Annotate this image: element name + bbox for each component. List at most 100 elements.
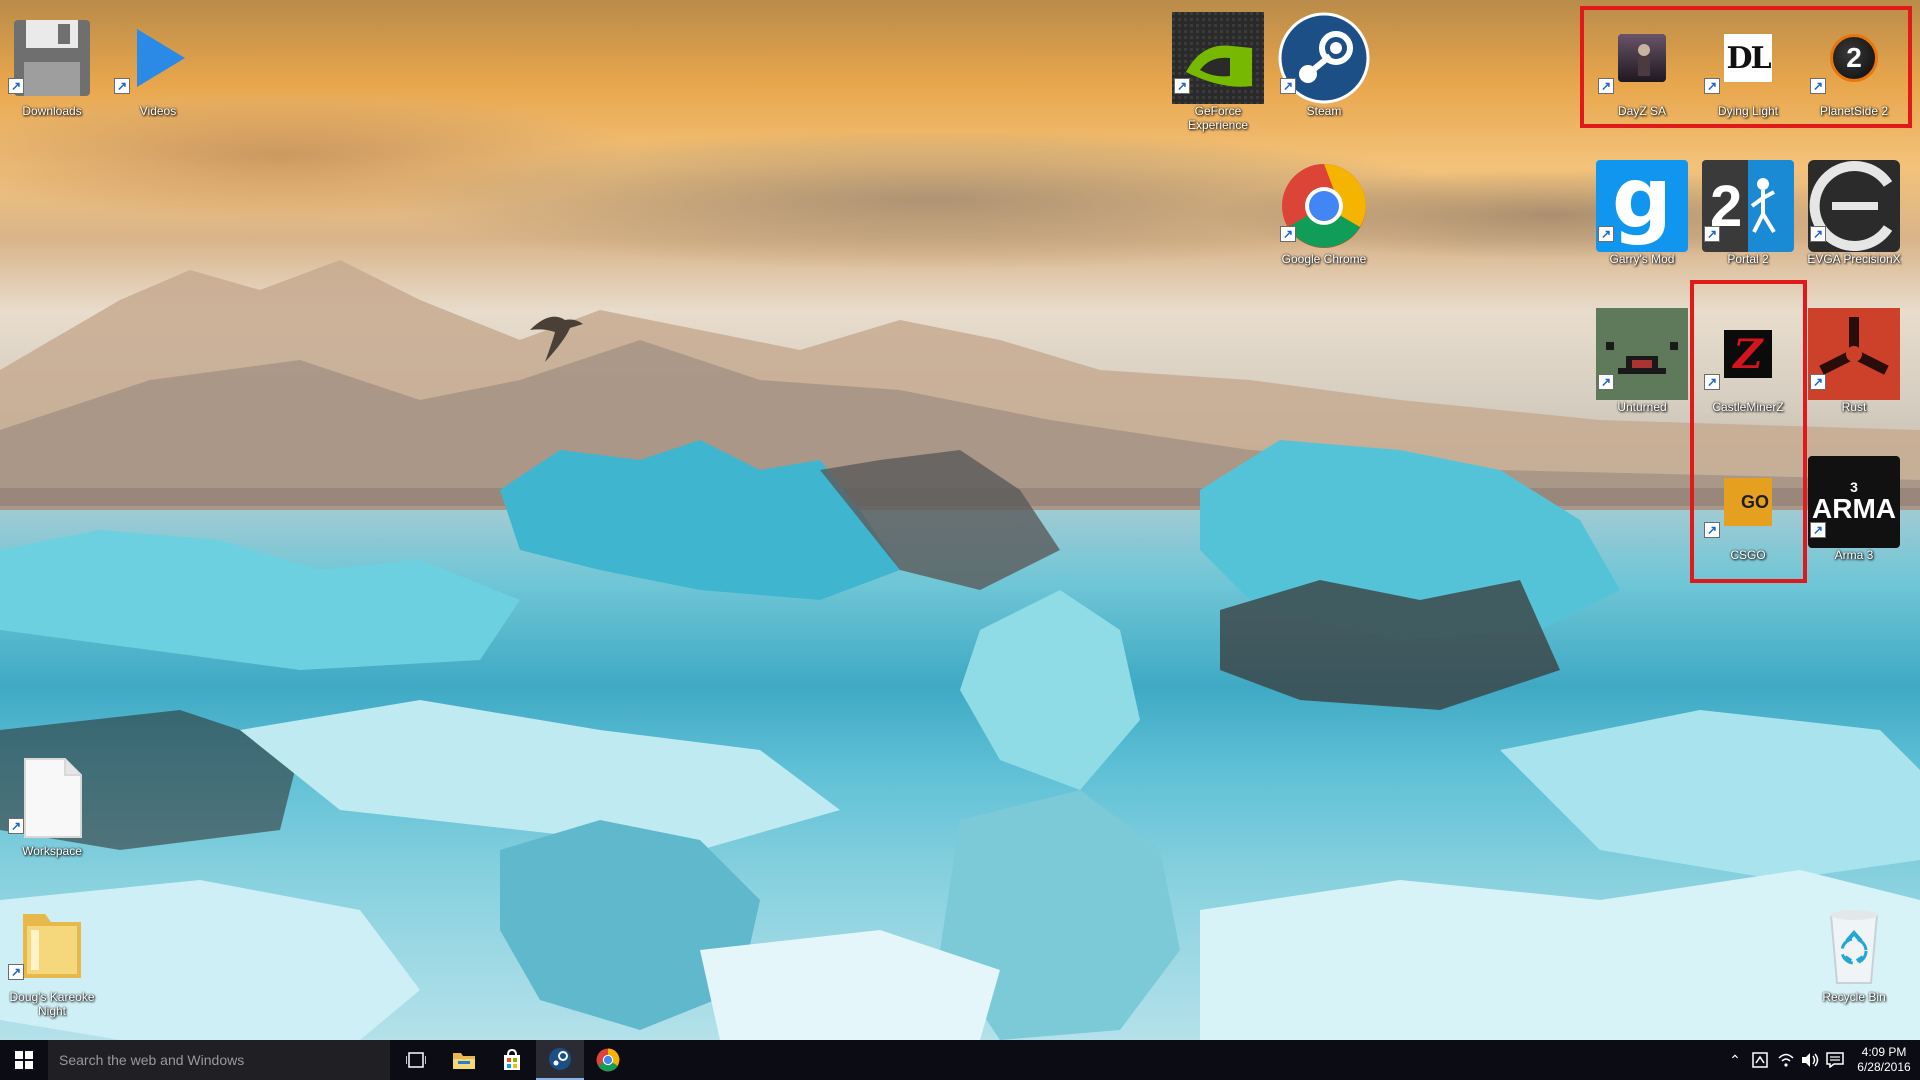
desktop-icon-label: GeForce Experience [1187,104,1249,132]
desktop-icon-label: Rust [1841,400,1867,414]
desktop-icon-label: EVGA PrecisionX [1807,252,1901,266]
file-explorer-icon [453,1053,475,1069]
desktop-icon-portal-2[interactable]: 2 ↗ Portal 2 [1700,158,1796,266]
shortcut-arrow-icon: ↗ [8,78,24,94]
wifi-icon [1778,1053,1794,1067]
desktop-icon-unturned[interactable]: ↗ Unturned [1594,306,1690,414]
action-center-button[interactable] [1822,1040,1848,1080]
shortcut-arrow-icon: ↗ [1704,374,1720,390]
tray-action-icon[interactable] [1748,1040,1772,1080]
desktop-icon-csgo[interactable]: GO ↗ CSGO [1700,454,1796,562]
shortcut-arrow-icon: ↗ [1810,78,1826,94]
chevron-up-icon: ⌃ [1729,1051,1741,1068]
desktop-icon-label: PlanetSide 2 [1819,104,1889,118]
dying-light-icon: DL [1724,34,1772,82]
taskbar-steam[interactable] [536,1040,584,1080]
folder-icon [23,914,81,978]
desktop-icon-label: Portal 2 [1727,252,1769,266]
desktop-icon-google-chrome[interactable]: ↗ Google Chrome [1276,158,1372,266]
clock[interactable]: 4:09 PM 6/28/2016 [1850,1040,1918,1080]
desktop-icon-rust[interactable]: ↗ Rust [1806,306,1902,414]
shortcut-arrow-icon: ↗ [1174,78,1190,94]
chrome-icon [596,1048,620,1072]
steam-icon [549,1048,571,1070]
search-placeholder: Search the web and Windows [59,1052,245,1068]
csgo-logo-text: GO [1740,491,1769,512]
castleminerz-logo-text: Z [1733,330,1763,378]
shortcut-arrow-icon: ↗ [1598,226,1614,242]
desktop-icon-label: Recycle Bin [1822,990,1886,1004]
shortcut-arrow-icon: ↗ [1810,374,1826,390]
store-icon [504,1049,520,1070]
notification-icon [1826,1052,1844,1068]
desktop-icon-geforce-experience[interactable]: ↗ GeForce Experience [1170,10,1266,132]
shortcut-arrow-icon: ↗ [1280,226,1296,242]
desktop-icon-planetside-2[interactable]: 2 ↗ PlanetSide 2 [1806,10,1902,118]
clock-time: 4:09 PM [1861,1045,1907,1059]
desktop-icon-castleminerz[interactable]: Z ↗ CastleMinerZ [1700,306,1796,414]
desktop-icon-steam[interactable]: ↗ Steam [1276,10,1372,118]
task-view-button[interactable] [392,1040,440,1080]
desktop-icon-garrys-mod[interactable]: g ↗ Garry's Mod [1594,149,1690,266]
desktop-icon-label: CastleMinerZ [1712,400,1784,414]
shortcut-arrow-icon: ↗ [1598,78,1614,94]
desktop-icon-label: CSGO [1730,548,1766,562]
icebergs-shape [0,440,1920,1040]
desktop-icon-label: Google Chrome [1281,252,1367,266]
volume-icon [1802,1053,1819,1067]
shortcut-arrow-icon: ↗ [8,818,24,834]
recycle-bin-icon [1829,910,1879,984]
arma-logo-number: 3 [1850,479,1858,495]
desktop-background: ↗ Downloads ↗ Videos ↗ GeForce Experienc… [0,0,1920,1040]
desktop-icon-dougs-kareoke-night[interactable]: ↗ Doug's Kareoke Night [4,896,100,1018]
desktop-icon-label: DayZ SA [1617,104,1666,118]
desktop-icon-downloads[interactable]: ↗ Downloads [4,10,100,118]
play-triangle-icon [137,29,185,87]
bird-shape [530,316,583,362]
desktop-icon-videos[interactable]: ↗ Videos [110,10,206,118]
network-button[interactable] [1774,1040,1798,1080]
shortcut-arrow-icon: ↗ [8,964,24,980]
desktop-icon-evga-precisionx[interactable]: ↗ EVGA PrecisionX [1806,158,1902,266]
windows-logo-icon [15,1051,33,1069]
desktop-icon-label: Garry's Mod [1609,252,1675,266]
stick-figure-icon [1751,178,1776,234]
desktop-icon-arma-3[interactable]: 3 ARMA ↗ Arma 3 [1806,454,1902,562]
castleminerz-icon: Z [1724,330,1772,378]
start-button[interactable] [0,1040,48,1080]
floppy-disk-icon [14,20,90,96]
taskbar-chrome[interactable] [584,1040,632,1080]
arma-logo-text: ARMA [1812,493,1896,524]
shortcut-arrow-icon: ↗ [1810,226,1826,242]
taskbar-file-explorer[interactable] [440,1040,488,1080]
shortcut-arrow-icon: ↗ [1280,78,1296,94]
desktop-icon-label: Dying Light [1717,104,1779,118]
desktop-icon-label: Workspace [22,844,82,858]
desktop-icon-dayz-sa[interactable]: ↗ DayZ SA [1594,10,1690,118]
desktop-icon-recycle-bin[interactable]: Recycle Bin [1806,896,1902,1004]
shortcut-arrow-icon: ↗ [1598,374,1614,390]
desktop-icon-label: Downloads [22,104,82,118]
desktop-icon-dying-light[interactable]: DL ↗ Dying Light [1700,10,1796,118]
desktop-icon-label: Doug's Kareoke Night [9,990,95,1018]
garrys-mod-logo-text: g [1611,149,1673,247]
dayz-icon [1618,34,1666,82]
shortcut-arrow-icon: ↗ [1810,522,1826,538]
task-view-icon [406,1052,426,1068]
csgo-icon: GO [1724,478,1772,526]
show-hidden-icons-button[interactable]: ⌃ [1724,1040,1746,1080]
search-box[interactable]: Search the web and Windows [48,1040,390,1080]
planetside-icon: 2 [1830,34,1878,82]
shortcut-arrow-icon: ↗ [1704,226,1720,242]
planetside-logo-text: 2 [1846,42,1862,73]
shortcut-arrow-icon: ↗ [1704,522,1720,538]
tray-app-icon [1752,1052,1768,1068]
taskbar: Search the web and Windows ⌃ 4:09 PM 6/2… [0,1040,1920,1080]
clock-date: 6/28/2016 [1857,1060,1911,1074]
volume-button[interactable] [1798,1040,1822,1080]
document-icon [24,758,82,838]
shortcut-arrow-icon: ↗ [1704,78,1720,94]
desktop-icon-label: Arma 3 [1834,548,1874,562]
desktop-icon-workspace[interactable]: ↗ Workspace [4,750,100,858]
taskbar-store[interactable] [488,1040,536,1080]
